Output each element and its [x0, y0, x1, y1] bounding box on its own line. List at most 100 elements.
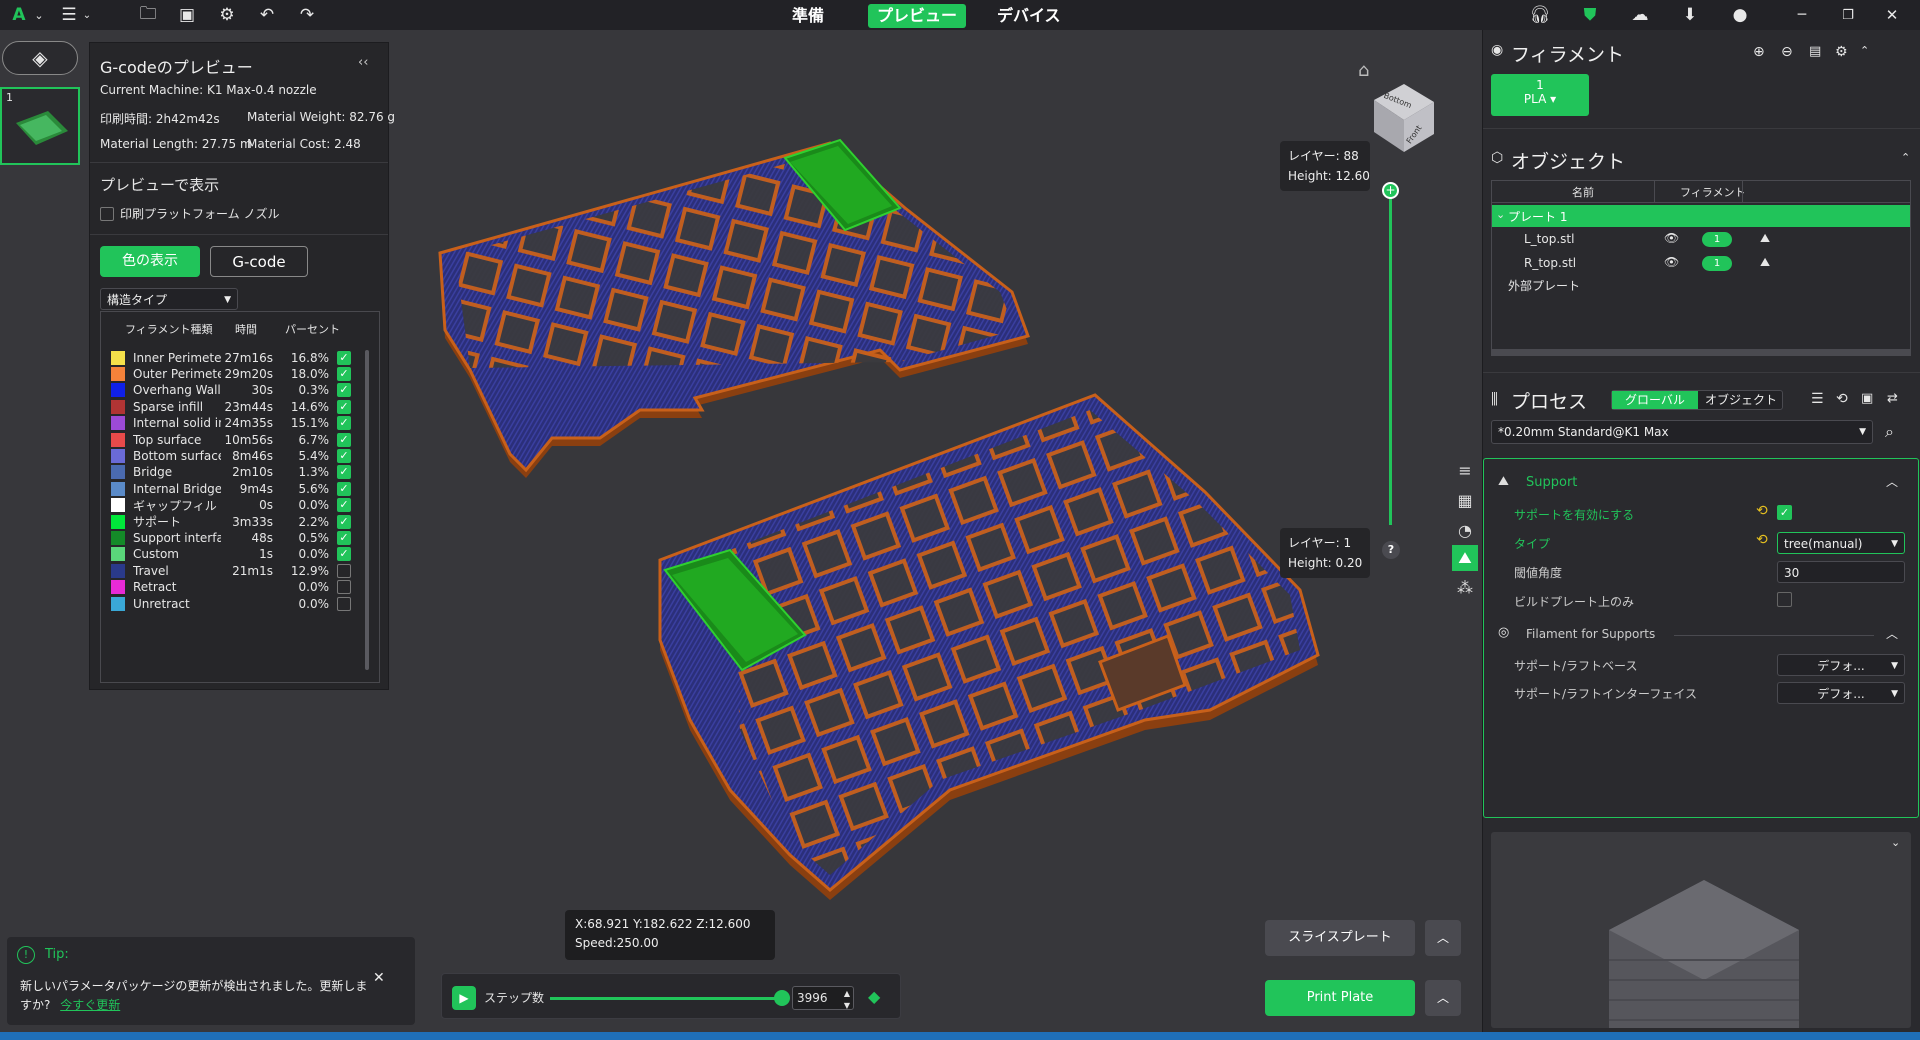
restore-icon[interactable]: ❐: [1836, 0, 1860, 30]
legend-checkbox[interactable]: [337, 563, 351, 578]
cloud-upload-icon[interactable]: ☁: [1628, 0, 1652, 30]
legend-checkbox[interactable]: ✓: [337, 432, 351, 447]
legend-checkbox[interactable]: ✓: [337, 350, 351, 365]
support-type-dropdown[interactable]: tree(manual) ▼: [1777, 532, 1905, 554]
save-icon[interactable]: ▣: [175, 0, 199, 30]
save-preset-icon[interactable]: ▣: [1861, 391, 1873, 406]
arrange-icon[interactable]: ⁂: [1452, 575, 1478, 601]
object-row[interactable]: R_top.stl 👁︎ 1 ⛰: [1492, 253, 1910, 275]
slice-plate-button[interactable]: スライスプレート: [1265, 920, 1415, 956]
redo-icon[interactable]: ↷: [295, 0, 319, 30]
settings-icon[interactable]: ⚙: [215, 0, 239, 30]
edit-filament-icon[interactable]: ▤: [1809, 44, 1821, 59]
object-filament-badge[interactable]: 1: [1702, 256, 1732, 271]
legend-checkbox[interactable]: ✓: [337, 383, 351, 398]
reset-value-icon[interactable]: ⟲: [1756, 503, 1768, 519]
legend-checkbox[interactable]: ✓: [337, 514, 351, 529]
shield-icon[interactable]: ⛊: [1578, 0, 1602, 30]
speed-gauge-icon[interactable]: ◔: [1452, 518, 1478, 544]
support-interface-dropdown[interactable]: デフォ... ▼: [1777, 682, 1905, 704]
undo-icon[interactable]: ↶: [255, 0, 279, 30]
legend-checkbox[interactable]: ✓: [337, 448, 351, 463]
reset-icon[interactable]: ⟲: [1836, 391, 1848, 407]
legend-checkbox[interactable]: ✓: [337, 530, 351, 545]
step-slider-handle[interactable]: [774, 990, 790, 1006]
support-paint-icon[interactable]: ⛰: [1760, 231, 1770, 246]
color-display-button[interactable]: 色の表示: [100, 246, 200, 277]
layer-slider-top-handle[interactable]: +: [1382, 182, 1399, 199]
user-icon[interactable]: ●: [1728, 0, 1752, 30]
visibility-eye-icon[interactable]: 👁︎: [1664, 255, 1679, 269]
play-button[interactable]: ▶: [452, 986, 476, 1010]
expand-icon[interactable]: ⌄: [1496, 208, 1505, 221]
update-now-link[interactable]: 今すぐ更新: [60, 998, 120, 1012]
collapse-icon[interactable]: ‹‹: [358, 55, 368, 70]
process-list-icon[interactable]: ☰: [1811, 391, 1824, 407]
minimize-icon[interactable]: ─: [1790, 0, 1814, 30]
tab-prepare[interactable]: 準備: [783, 4, 833, 28]
collapse-object-icon[interactable]: ⌃: [1901, 151, 1910, 164]
plate-grid-icon[interactable]: ▦: [1452, 488, 1478, 514]
spin-down-icon[interactable]: ▼: [844, 995, 850, 1017]
step-input[interactable]: 3996 ▲ ▼: [792, 986, 854, 1010]
global-tab[interactable]: グローバル: [1612, 391, 1698, 409]
layer-slider-track[interactable]: [1389, 190, 1392, 525]
collapse-filament-supports-icon[interactable]: ︿: [1886, 625, 1898, 642]
layer-view-icon[interactable]: ≡: [1452, 458, 1478, 484]
close-icon[interactable]: ✕: [1880, 0, 1904, 30]
legend-checkbox[interactable]: ✓: [337, 498, 351, 513]
legend-checkbox[interactable]: ✓: [337, 481, 351, 496]
help-icon[interactable]: ?: [1382, 541, 1400, 559]
view-cube[interactable]: [1366, 80, 1436, 154]
tab-preview[interactable]: プレビュー: [868, 4, 967, 28]
print-plate-button[interactable]: Print Plate: [1265, 980, 1415, 1016]
legend-checkbox[interactable]: [337, 580, 351, 595]
slice-options-button[interactable]: ︿: [1425, 920, 1461, 956]
plate-row[interactable]: ⌄ プレート 1: [1492, 205, 1910, 227]
download-icon[interactable]: ⬇: [1678, 0, 1702, 30]
collapse-preview-icon[interactable]: ⌄: [1891, 836, 1900, 849]
left-half-model[interactable]: [438, 138, 1030, 478]
legend-scrollbar[interactable]: [365, 350, 369, 670]
filament-slot-1[interactable]: 1 PLA ▾: [1491, 74, 1589, 116]
chevron-down-icon[interactable]: ⌄: [32, 0, 46, 30]
support-paint-icon[interactable]: ⛰: [1760, 255, 1770, 270]
logo-icon[interactable]: A: [6, 0, 32, 30]
compare-icon[interactable]: ⇄: [1887, 391, 1898, 406]
support-base-dropdown[interactable]: デフォ... ▼: [1777, 654, 1905, 676]
legend-checkbox[interactable]: ✓: [337, 416, 351, 431]
close-tip-icon[interactable]: ✕: [373, 970, 385, 986]
reset-value-icon[interactable]: ⟲: [1756, 532, 1768, 548]
chevron-down-icon[interactable]: ⌄: [80, 0, 94, 30]
object-tab[interactable]: オブジェクト: [1698, 391, 1784, 409]
tab-device[interactable]: デバイス: [988, 4, 1070, 28]
object-list-scrollbar[interactable]: [1492, 349, 1910, 355]
right-half-model[interactable]: [658, 393, 1320, 900]
layers-toggle-button[interactable]: ◈: [2, 41, 78, 75]
support-paint-icon[interactable]: ⛰: [1452, 545, 1478, 571]
build-plate-only-checkbox[interactable]: [1777, 592, 1792, 607]
remove-filament-icon[interactable]: ⊖: [1781, 44, 1793, 60]
platform-checkbox[interactable]: [100, 206, 114, 221]
external-plate[interactable]: 外部プレート: [1508, 277, 1580, 294]
add-filament-icon[interactable]: ⊕: [1753, 44, 1765, 60]
platform-nozzle-toggle[interactable]: 印刷プラットフォーム ノズル: [100, 205, 279, 222]
legend-checkbox[interactable]: ✓: [337, 547, 351, 562]
legend-checkbox[interactable]: ✓: [337, 465, 351, 480]
legend-checkbox[interactable]: ✓: [337, 399, 351, 414]
legend-checkbox[interactable]: ✓: [337, 366, 351, 381]
filament-settings-icon[interactable]: ⚙: [1835, 44, 1848, 60]
collapse-filament-icon[interactable]: ⌃: [1860, 44, 1869, 57]
legend-checkbox[interactable]: [337, 596, 351, 611]
menu-icon[interactable]: ☰: [58, 0, 80, 30]
step-slider-track[interactable]: [550, 997, 782, 1000]
home-icon[interactable]: ⌂: [1358, 60, 1369, 81]
object-row[interactable]: L_top.stl 👁︎ 1 ⛰: [1492, 229, 1910, 251]
print-options-button[interactable]: ︿: [1425, 980, 1461, 1016]
layers-stack-icon[interactable]: ◆: [868, 987, 880, 1006]
enable-support-checkbox[interactable]: ✓: [1777, 505, 1792, 520]
open-folder-icon[interactable]: 🗀: [136, 0, 160, 30]
structure-type-dropdown[interactable]: 構造タイプ ▼: [100, 288, 238, 310]
gcode-button[interactable]: G-code: [210, 246, 308, 277]
preset-dropdown[interactable]: *0.20mm Standard@K1 Max ▼: [1491, 420, 1873, 444]
